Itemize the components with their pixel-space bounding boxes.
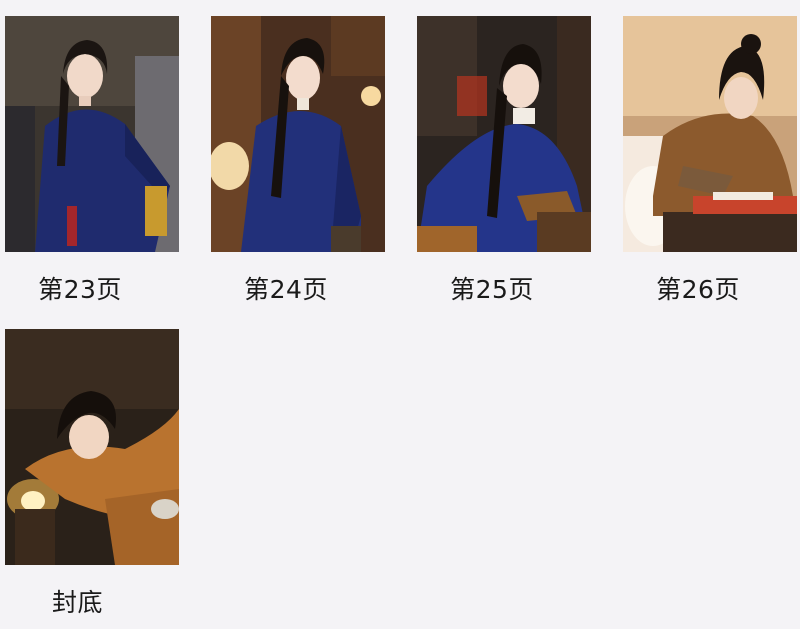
thumbnail-image[interactable] [417, 16, 591, 252]
thumbnail-image[interactable] [5, 329, 179, 565]
thumbnail-page-25[interactable]: 第25页 [417, 16, 591, 316]
photo-woman-blue-cloak-seated [417, 16, 591, 252]
photo-woman-blue-cloak-standing [5, 16, 179, 252]
thumbnail-image[interactable] [211, 16, 385, 252]
thumbnail-back-cover[interactable]: 封底 [5, 329, 179, 629]
thumbnail-image[interactable] [623, 16, 797, 252]
thumbnail-page-26[interactable]: 第26页 [623, 16, 797, 316]
page-caption: 封底 [51, 588, 103, 617]
photo-woman-blue-cloak-side [211, 16, 385, 252]
photo-woman-writing-at-desk [623, 16, 797, 252]
photo-woman-resting-head-on-arms [5, 329, 179, 565]
page-thumbnail-grid: 第23页 第24页 第25页 第26页 封底 [0, 0, 800, 629]
page-caption: 第24页 [244, 275, 328, 304]
page-caption: 第26页 [656, 275, 740, 304]
thumbnail-page-24[interactable]: 第24页 [211, 16, 385, 316]
page-caption: 第23页 [38, 275, 122, 304]
thumbnail-page-23[interactable]: 第23页 [5, 16, 179, 316]
thumbnail-image[interactable] [5, 16, 179, 252]
page-caption: 第25页 [450, 275, 534, 304]
